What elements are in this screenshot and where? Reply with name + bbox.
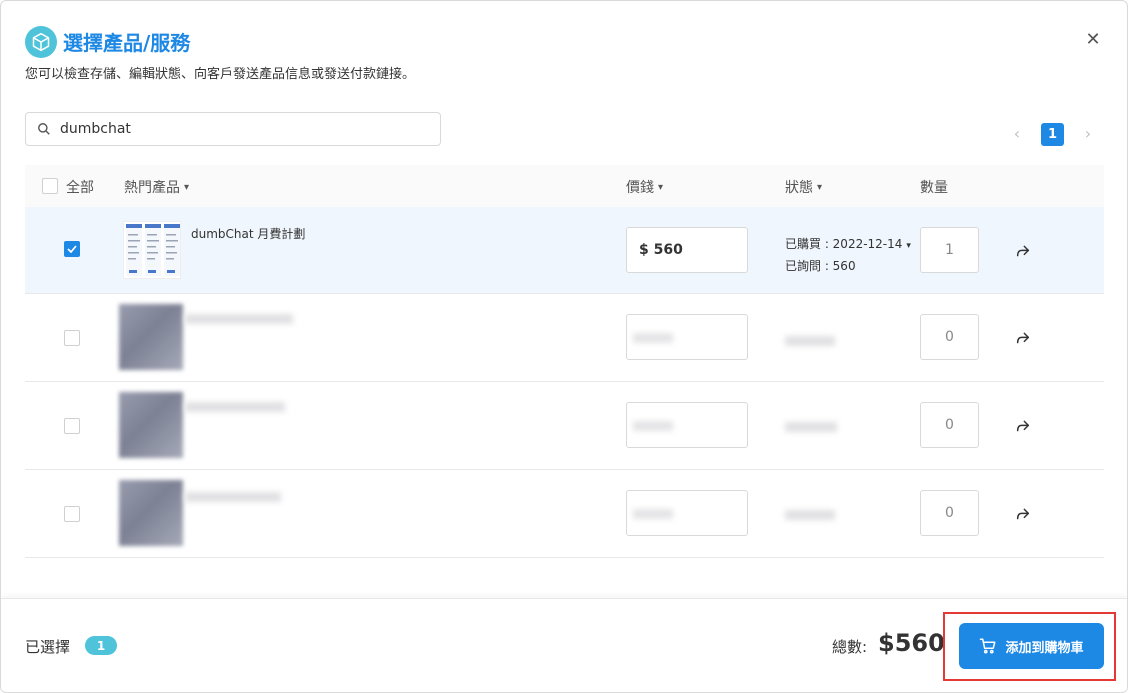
select-product-modal: 選擇產品/服務 ✕ 您可以檢查存儲、編輯狀態、向客戶發送產品信息或發送付款鏈接。…	[0, 0, 1128, 693]
pagination-page[interactable]: 1	[1041, 123, 1064, 146]
table-row[interactable]: 0	[25, 470, 1104, 558]
chevron-down-icon: ▾	[658, 181, 664, 193]
price-input[interactable]	[626, 490, 748, 536]
search-input[interactable]	[60, 121, 420, 137]
modal-footer: 已選擇 1 總數: $560 添加到購物車	[1, 598, 1127, 692]
select-all-label: 全部	[66, 180, 94, 196]
modal-description: 您可以檢查存儲、編輯狀態、向客戶發送產品信息或發送付款鏈接。	[25, 67, 416, 82]
share-icon[interactable]	[1014, 242, 1032, 260]
selected-label: 已選擇	[25, 638, 71, 656]
box-icon	[25, 26, 57, 58]
quantity-input[interactable]: 0	[920, 490, 979, 536]
chevron-down-icon: ▾	[184, 181, 190, 193]
purchased-date: 已購買 : 2022-12-14	[785, 237, 903, 251]
quantity-input[interactable]: 0	[920, 402, 979, 448]
product-thumbnail	[119, 480, 183, 546]
product-name: dumbChat 月費計劃	[191, 227, 306, 241]
blurred-status	[785, 510, 835, 520]
cart-icon	[979, 637, 997, 655]
chevron-down-icon: ▾	[817, 181, 823, 193]
table-row[interactable]: dumbChat 月費計劃 $ 560 已購買 : 2022-12-14 ▾ 已詢…	[25, 207, 1104, 294]
modal-title: 選擇產品/服務	[63, 31, 191, 55]
search-box[interactable]	[25, 112, 441, 146]
price-input[interactable]: $ 560	[626, 227, 748, 273]
close-icon[interactable]: ✕	[1081, 27, 1105, 51]
add-to-cart-label: 添加到購物車	[1005, 640, 1084, 656]
blurred-status	[785, 422, 837, 432]
blurred-status	[785, 336, 835, 346]
row-checkbox[interactable]	[64, 506, 80, 522]
row-checkbox[interactable]	[64, 330, 80, 346]
header-product[interactable]: 熱門產品 ▾	[124, 177, 189, 197]
share-icon[interactable]	[1014, 505, 1032, 523]
blurred-product-name	[185, 314, 293, 324]
blurred-product-name	[185, 402, 285, 412]
pagination-prev-icon[interactable]: ‹	[1009, 123, 1025, 143]
header-quantity: 數量	[920, 180, 948, 196]
quantity-input[interactable]: 0	[920, 314, 979, 360]
status-info[interactable]: 已購買 : 2022-12-14 ▾ 已詢問 : 560	[785, 234, 911, 276]
header-status[interactable]: 狀態 ▾	[785, 177, 822, 197]
table-row[interactable]: 0	[25, 294, 1104, 382]
inquired-count: 已詢問 : 560	[785, 259, 856, 273]
table-header: 全部 熱門產品 ▾ 價錢 ▾ 狀態 ▾ 數量	[25, 165, 1104, 207]
select-all-checkbox[interactable]	[42, 178, 58, 194]
row-checkbox[interactable]	[64, 418, 80, 434]
table-row[interactable]: 0	[25, 382, 1104, 470]
row-checkbox[interactable]	[64, 241, 80, 257]
product-thumbnail	[119, 392, 183, 458]
share-icon[interactable]	[1014, 329, 1032, 347]
product-thumbnail	[119, 304, 183, 370]
pagination-next-icon[interactable]: ›	[1080, 123, 1096, 143]
blurred-product-name	[185, 492, 281, 502]
header-price[interactable]: 價錢 ▾	[626, 177, 663, 197]
selected-count-badge: 1	[85, 636, 117, 655]
share-icon[interactable]	[1014, 417, 1032, 435]
add-to-cart-button[interactable]: 添加到購物車	[959, 623, 1104, 669]
chevron-down-icon: ▾	[906, 241, 911, 251]
total-label: 總數:	[832, 638, 868, 656]
price-input[interactable]	[626, 402, 748, 448]
search-icon	[36, 121, 52, 137]
product-thumbnail	[123, 221, 181, 279]
total-value: $560	[878, 629, 945, 657]
quantity-input[interactable]: 1	[920, 227, 979, 273]
price-input[interactable]	[626, 314, 748, 360]
